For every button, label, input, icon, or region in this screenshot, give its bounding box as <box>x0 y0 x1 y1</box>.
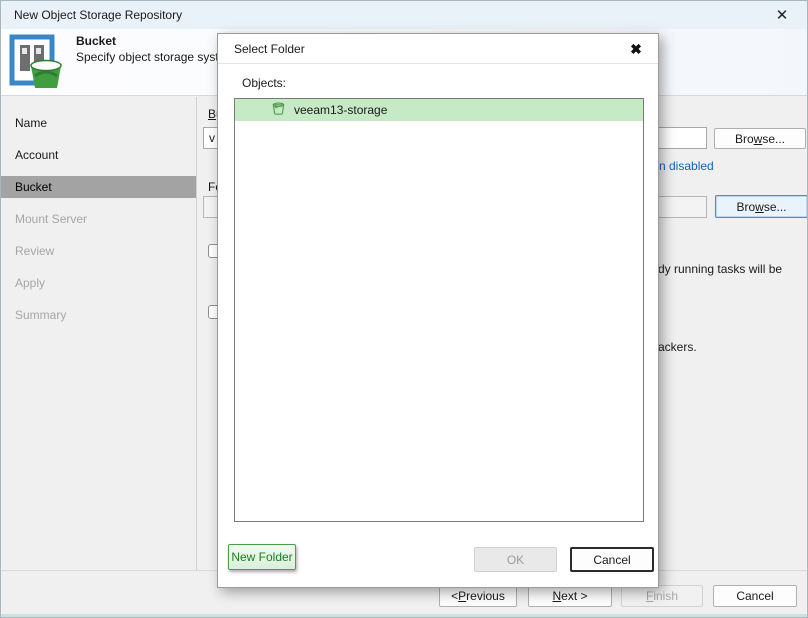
select-folder-titlebar: Select Folder <box>218 34 658 64</box>
objects-label: Objects: <box>242 76 286 90</box>
wizard-steps-sidebar: Name Account Bucket Mount Server Review … <box>1 97 197 570</box>
versioning-link-fragment[interactable]: n disabled <box>659 159 714 173</box>
objects-list: veeam13-storage <box>234 98 644 522</box>
list-item-label: veeam13-storage <box>294 103 387 117</box>
sidebar-item-bucket[interactable]: Bucket <box>1 176 196 198</box>
sidebar-item-mount-server: Mount Server <box>1 203 196 235</box>
wizard-cancel-button[interactable]: Cancel <box>713 585 797 607</box>
new-object-storage-repository-window: New Object Storage Repository ✕ Bucket S… <box>0 0 808 618</box>
tasks-text-fragment: dy running tasks will be <box>658 262 782 276</box>
window-close-icon[interactable]: ✕ <box>771 5 793 25</box>
previous-button[interactable]: < Previous <box>439 585 517 607</box>
dialog-cancel-button[interactable]: Cancel <box>570 547 654 572</box>
select-folder-close-icon[interactable]: ✖ <box>626 40 646 58</box>
step-subtitle: Specify object storage system <box>76 50 235 64</box>
object-storage-repository-icon <box>9 34 63 93</box>
step-title: Bucket <box>76 34 116 48</box>
attackers-text-fragment: ackers. <box>658 340 697 354</box>
list-item-bucket[interactable]: veeam13-storage <box>235 99 643 121</box>
sidebar-item-review: Review <box>1 235 196 267</box>
window-title: New Object Storage Repository <box>14 8 182 22</box>
ok-button[interactable]: OK <box>474 547 557 572</box>
new-folder-button[interactable]: New Folder <box>228 544 296 570</box>
select-folder-title: Select Folder <box>234 42 305 56</box>
bucket-browse-button[interactable]: Browse... <box>714 128 806 149</box>
sidebar-item-apply: Apply <box>1 267 196 299</box>
finish-button[interactable]: Finish <box>621 585 703 607</box>
next-button[interactable]: Next > <box>528 585 612 607</box>
select-folder-dialog: Select Folder ✖ Objects: veeam13-storage… <box>217 33 659 588</box>
bucket-icon <box>271 101 286 119</box>
window-bottom-edge <box>1 614 807 618</box>
folder-browse-button[interactable]: Browse... <box>715 195 808 218</box>
window-titlebar: New Object Storage Repository <box>1 1 807 29</box>
sidebar-item-account[interactable]: Account <box>1 139 196 171</box>
sidebar-item-summary: Summary <box>1 299 196 331</box>
sidebar-item-name[interactable]: Name <box>1 107 196 139</box>
